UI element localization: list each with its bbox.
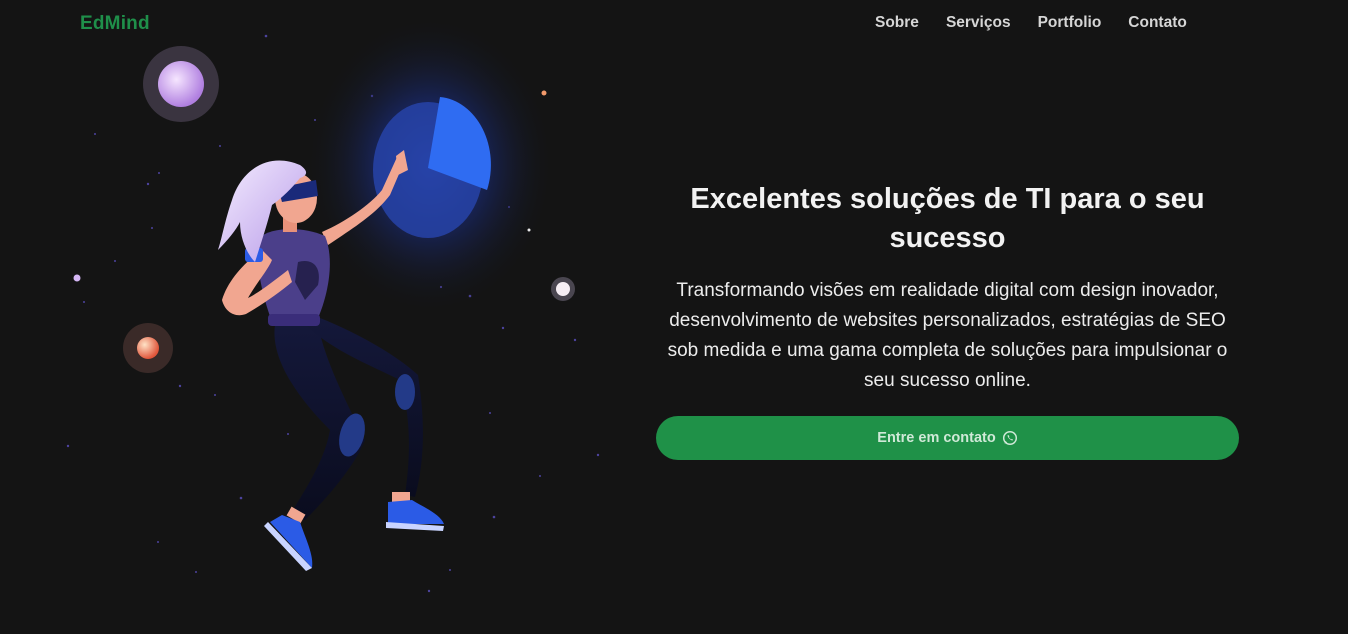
page: EdMind Sobre Serviços Portfolio Contato [0, 0, 1348, 634]
planet-purple-icon [143, 46, 219, 122]
main-nav: Sobre Serviços Portfolio Contato [875, 14, 1187, 32]
nav-item-servicos[interactable]: Serviços [946, 14, 1011, 32]
nav-item-portfolio[interactable]: Portfolio [1038, 14, 1102, 32]
nav-item-contato[interactable]: Contato [1128, 14, 1187, 32]
contact-button-label: Entre em contato [877, 430, 996, 446]
planet-white-icon [551, 277, 575, 301]
contact-button[interactable]: Entre em contato [656, 416, 1239, 460]
planet-orange-icon [123, 323, 173, 373]
hero-description: Transformando visões em realidade digita… [667, 280, 1228, 391]
hero-section: Excelentes soluções de TI para o seu suc… [656, 180, 1239, 396]
nav-item-sobre[interactable]: Sobre [875, 14, 919, 32]
hero-illustration [66, 15, 600, 593]
whatsapp-icon [1002, 430, 1017, 446]
hero-title: Excelentes soluções de TI para o seu suc… [690, 183, 1205, 254]
